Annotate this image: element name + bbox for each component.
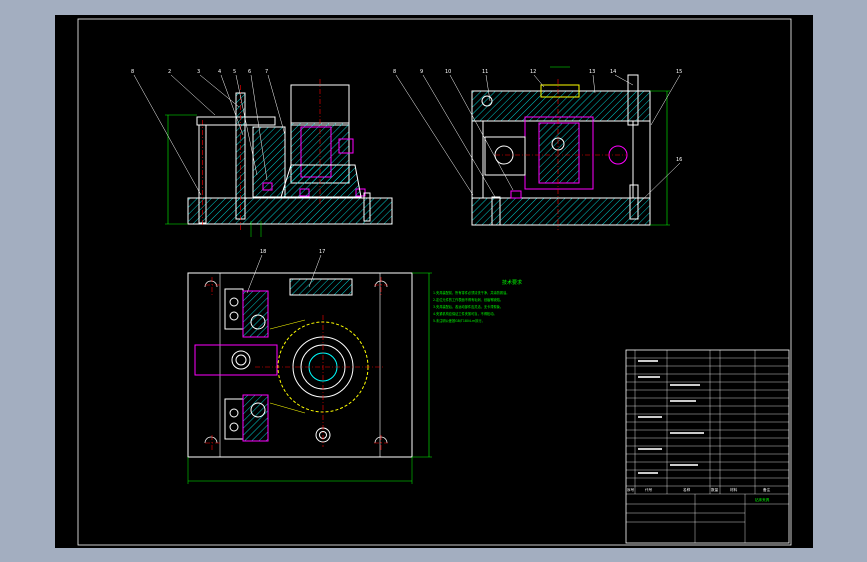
header-cell: 序号 [627,487,635,492]
technical-requirements: 技术要求 1.夹具装配前，所有零件必须清洗干净，并涂防锈油。 2.定位元件的工作… [433,279,522,323]
note-line: 5.未注明公差按GB/T1804-m执行。 [433,318,485,323]
callout-label: 8 [131,69,134,75]
front-callouts: 8 2 3 4 5 6 7 [131,69,268,75]
outer-border [77,18,792,546]
callout-label: 4 [218,69,221,75]
note-line: 1.夹具装配前，所有零件必须清洗干净，并涂防锈油。 [433,290,509,295]
note-line: 3.夹具装配后，各运动部件应灵活，无卡滞现象。 [433,304,503,309]
notes-title: 技术要求 [502,279,522,286]
side-view: 8 9 10 11 12 13 14 15 16 [393,66,682,230]
callout-label: 18 [260,249,266,255]
cad-viewport[interactable]: 8 2 3 4 5 6 7 8 9 10 11 12 13 14 15 16 1… [55,15,813,548]
drawing-name: 钻床夹具 [755,497,770,502]
drawing-canvas: 8 2 3 4 5 6 7 8 9 10 11 12 13 14 15 16 1… [77,18,792,546]
callout-label: 8 [393,69,396,75]
callout-label: 14 [610,69,616,75]
note-line: 2.定位元件的工作表面不得有毛刺、划痕等缺陷。 [433,297,503,302]
front-view: 8 2 3 4 5 6 7 [131,69,393,237]
parts-header-row: 序号 代号 名称 数量 材料 备注 [627,487,771,492]
header-cell: 代号 [645,487,653,492]
callout-label: 6 [248,69,251,75]
callout-label: 7 [265,69,268,75]
callout-label: 17 [319,249,325,255]
header-cell: 数量 [711,487,719,492]
callout-label: 15 [676,69,682,75]
callout-label: 13 [589,69,595,75]
header-cell: 备注 [763,487,771,492]
header-cell: 名称 [683,487,691,492]
callout-label: 3 [197,69,200,75]
title-block: 序号 代号 名称 数量 材料 备注 钻床夹具 [625,349,790,544]
callout-label: 16 [676,157,682,163]
callout-label: 5 [233,69,236,75]
callout-label: 10 [445,69,451,75]
header-cell: 材料 [730,487,738,492]
callout-label: 12 [530,69,536,75]
callout-label: 9 [420,69,423,75]
callout-label: 2 [168,69,171,75]
top-view: 18 17 [187,249,432,484]
callout-label: 11 [482,69,488,75]
note-line: 4.夹紧机构应保证工件夹紧可靠，不得松动。 [433,311,497,316]
